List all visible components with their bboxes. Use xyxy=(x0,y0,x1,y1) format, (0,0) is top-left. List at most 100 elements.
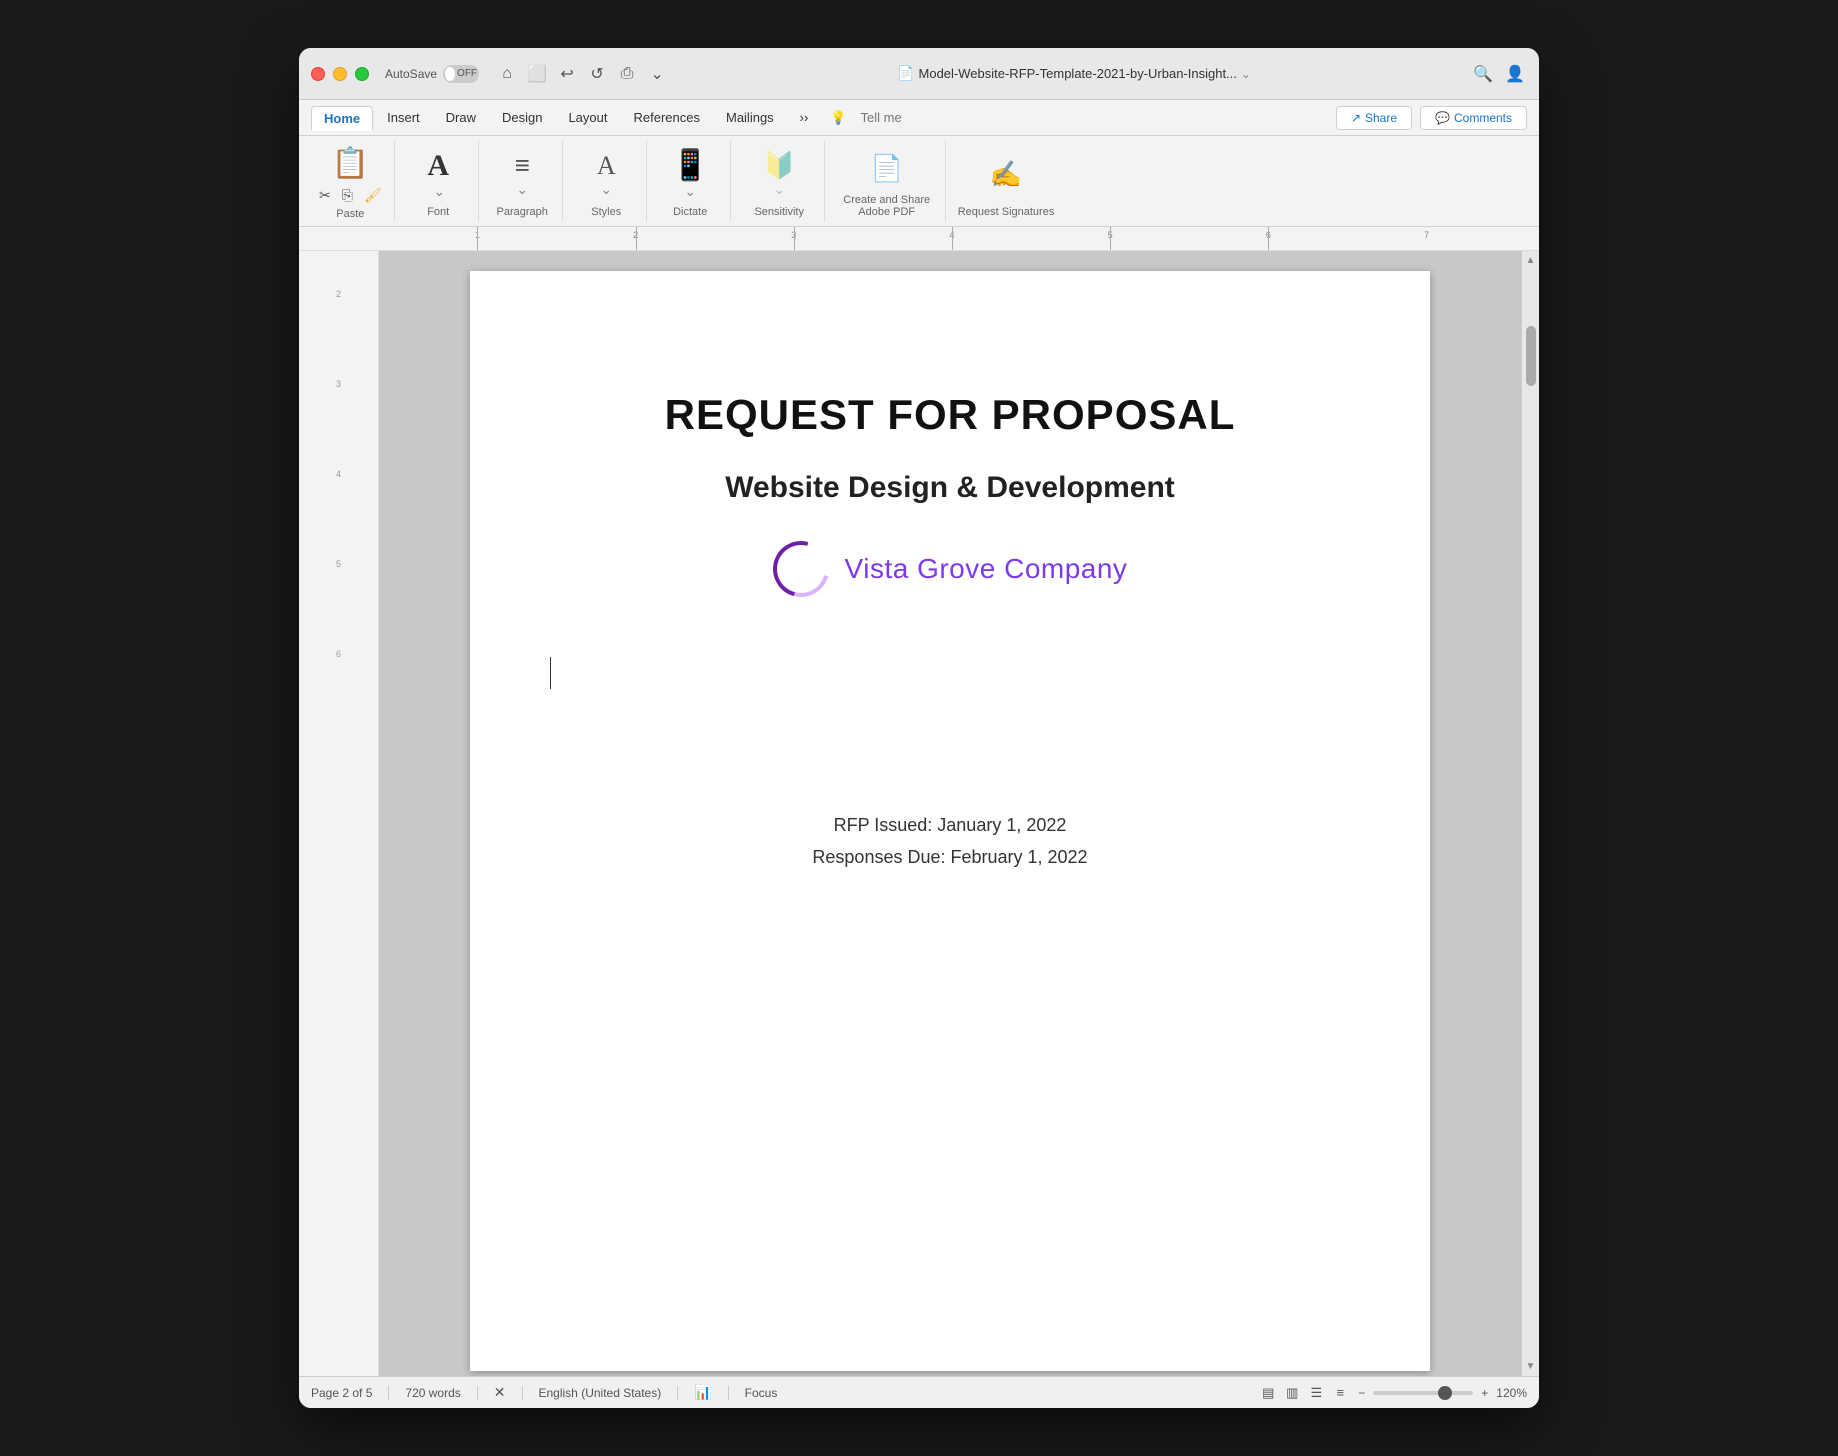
minimize-button[interactable] xyxy=(333,67,347,81)
page-info: Page 2 of 5 xyxy=(311,1386,372,1400)
ribbon: Home Insert Draw Design Layout Reference… xyxy=(299,100,1539,227)
redo-icon[interactable]: ↺ xyxy=(585,62,609,86)
zoom-minus[interactable]: − xyxy=(1358,1386,1365,1400)
ruler-mark-5: 5 xyxy=(1108,230,1113,240)
ruler-mark-6: 6 xyxy=(1266,230,1271,240)
close-button[interactable] xyxy=(311,67,325,81)
tab-more[interactable]: ›› xyxy=(788,106,821,129)
page-main-title: REQUEST FOR PROPOSAL xyxy=(665,391,1236,439)
web-layout-icon[interactable]: ▥ xyxy=(1282,1383,1302,1403)
status-divider-2 xyxy=(477,1386,478,1400)
ruler: 1 2 3 4 5 6 7 xyxy=(299,227,1539,251)
paragraph-button[interactable]: ≡ ⌄ xyxy=(511,148,534,200)
dictate-label: Dictate xyxy=(673,206,707,218)
font-group: A ⌄ Font xyxy=(399,140,479,222)
zoom-slider[interactable] xyxy=(1373,1391,1473,1395)
status-divider-4 xyxy=(677,1386,678,1400)
vertical-scrollbar[interactable]: ▲ ▼ xyxy=(1521,251,1539,1376)
tab-mailings[interactable]: Mailings xyxy=(714,106,786,129)
home-icon[interactable]: ⌂ xyxy=(495,62,519,86)
zoom-plus[interactable]: + xyxy=(1481,1386,1488,1400)
toolbar-icons: ⌂ ⬜ ↩ ↺ ⎙ ⌄ xyxy=(495,62,669,86)
language: English (United States) xyxy=(539,1386,662,1400)
fullscreen-button[interactable] xyxy=(355,67,369,81)
paragraph-label: Paragraph xyxy=(497,206,548,218)
font-label: Font xyxy=(427,206,449,218)
styles-group: A ⌄ Styles xyxy=(567,140,647,222)
ribbon-actions: ↗ Share 💬 Comments xyxy=(1336,106,1527,130)
paste-group: 📋 ✂ ⎘ 🖌 Paste xyxy=(307,140,395,222)
ruler-mark-1: 1 xyxy=(475,230,480,240)
ribbon-tabs: Home Insert Draw Design Layout Reference… xyxy=(299,100,1539,136)
document-title: Model-Website-RFP-Template-2021-by-Urban… xyxy=(919,66,1237,81)
tab-design[interactable]: Design xyxy=(490,106,554,129)
cut-icon[interactable]: ✂ xyxy=(315,185,335,206)
app-window: AutoSave OFF ⌂ ⬜ ↩ ↺ ⎙ ⌄ 📄 Model-Website… xyxy=(299,48,1539,1408)
autosave-toggle[interactable]: OFF xyxy=(443,65,479,83)
status-divider-1 xyxy=(388,1386,389,1400)
doc-area: 2 3 4 5 6 REQUEST FOR PROPOSAL Website D… xyxy=(299,251,1539,1376)
tab-draw[interactable]: Draw xyxy=(434,106,488,129)
styles-icons: A ⌄ xyxy=(593,144,620,204)
print-icon[interactable]: ⎙ xyxy=(615,62,639,86)
tab-references[interactable]: References xyxy=(622,106,712,129)
page-subtitle: Website Design & Development xyxy=(725,471,1175,505)
comment-icon: 💬 xyxy=(1435,111,1450,125)
title-bar: AutoSave OFF ⌂ ⬜ ↩ ↺ ⎙ ⌄ 📄 Model-Website… xyxy=(299,48,1539,100)
sensitivity-button[interactable]: 🔰 ⌄ xyxy=(759,148,799,200)
create-pdf-group: 📄 Create and Share Adobe PDF xyxy=(829,140,946,222)
tell-me-input[interactable]: Tell me xyxy=(849,106,914,129)
tab-layout[interactable]: Layout xyxy=(556,106,619,129)
more-icon[interactable]: ⌄ xyxy=(645,62,669,86)
undo-icon[interactable]: ↩ xyxy=(555,62,579,86)
user-icon[interactable]: 👤 xyxy=(1503,62,1527,86)
paste-button[interactable]: 📋 xyxy=(315,144,386,183)
responses-due: Responses Due: February 1, 2022 xyxy=(812,841,1087,873)
company-name: Vista Grove Company xyxy=(845,553,1128,585)
search-icon[interactable]: 🔍 xyxy=(1471,62,1495,86)
traffic-lights xyxy=(311,67,369,81)
draft-icon[interactable]: ≡ xyxy=(1330,1383,1350,1403)
scroll-thumb[interactable] xyxy=(1526,326,1536,386)
format-painter-icon[interactable]: 🖌 xyxy=(360,185,386,206)
share-icon: ↗ xyxy=(1351,111,1361,125)
request-sig-group: ✍ Request Signatures xyxy=(950,140,1063,222)
paragraph-icons: ≡ ⌄ xyxy=(511,144,534,204)
styles-button[interactable]: A ⌄ xyxy=(593,149,620,200)
word-count: 720 words xyxy=(405,1386,460,1400)
request-sig-button[interactable]: ✍ xyxy=(986,157,1026,192)
dictate-icons: 📱 ⌄ xyxy=(668,144,713,204)
status-divider-5 xyxy=(728,1386,729,1400)
focus-label[interactable]: Focus xyxy=(745,1386,778,1400)
doc-scroll-area[interactable]: REQUEST FOR PROPOSAL Website Design & De… xyxy=(379,251,1521,1376)
title-right: 🔍 👤 xyxy=(1471,62,1527,86)
request-sig-icons: ✍ xyxy=(986,144,1026,204)
save-icon[interactable]: ⬜ xyxy=(525,62,549,86)
font-button[interactable]: A ⌄ xyxy=(423,147,453,202)
autosave-label: AutoSave xyxy=(385,67,437,81)
tab-home[interactable]: Home xyxy=(311,106,373,131)
document-page[interactable]: REQUEST FOR PROPOSAL Website Design & De… xyxy=(470,271,1430,1371)
share-button[interactable]: ↗ Share xyxy=(1336,106,1412,130)
company-logo-circle xyxy=(762,531,838,607)
print-layout-icon[interactable]: ▤ xyxy=(1258,1383,1278,1403)
create-pdf-button[interactable]: 📄 xyxy=(867,151,907,186)
styles-label: Styles xyxy=(591,206,621,218)
outline-icon[interactable]: ☰ xyxy=(1306,1383,1326,1403)
ribbon-content: 📋 ✂ ⎘ 🖌 Paste A ⌄ xyxy=(299,136,1539,226)
rfp-info: RFP Issued: January 1, 2022 Responses Du… xyxy=(812,809,1087,874)
spelling-check-icon[interactable]: ✕ xyxy=(494,1384,506,1401)
ruler-mark-3: 3 xyxy=(791,230,796,240)
company-logo-area: Vista Grove Company xyxy=(773,541,1128,597)
font-icons: A ⌄ xyxy=(423,144,453,204)
view-icons: ▤ ▥ ☰ ≡ xyxy=(1258,1383,1350,1403)
copy-icon[interactable]: ⎘ xyxy=(338,185,357,206)
comments-button[interactable]: 💬 Comments xyxy=(1420,106,1527,130)
dictate-group: 📱 ⌄ Dictate xyxy=(651,140,731,222)
tab-insert[interactable]: Insert xyxy=(375,106,432,129)
dictate-button[interactable]: 📱 ⌄ xyxy=(668,146,713,202)
accessibility-icon[interactable]: 📊 xyxy=(694,1384,711,1401)
zoom-area: ▤ ▥ ☰ ≡ − + 120% xyxy=(1258,1383,1527,1403)
ruler-numbers: 1 2 3 4 5 6 7 xyxy=(387,227,1517,250)
autosave-state: OFF xyxy=(457,68,477,79)
